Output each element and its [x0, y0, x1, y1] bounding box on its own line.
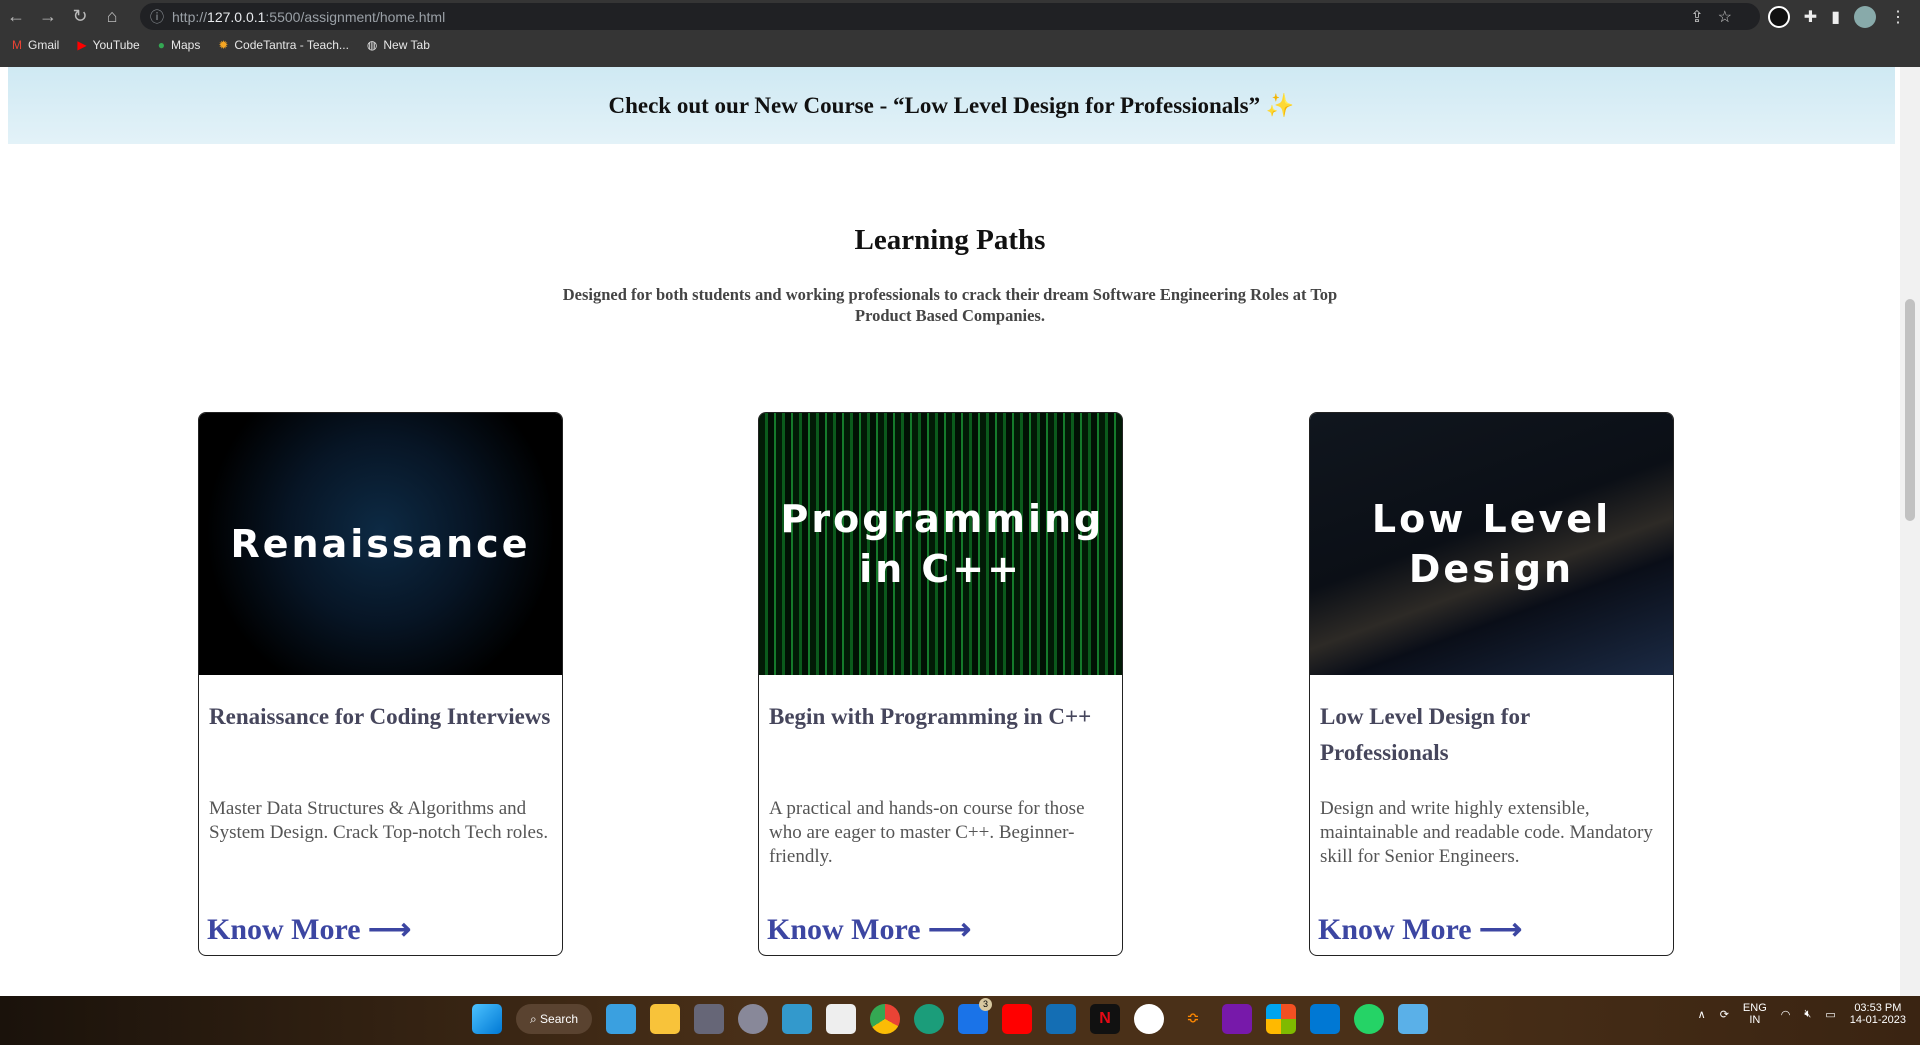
vscode-icon[interactable]: [1310, 1004, 1340, 1034]
info-icon[interactable]: ⓘ: [150, 7, 164, 27]
course-card: Renaissance Renaissance for Coding Inter…: [198, 412, 563, 956]
control-panel-icon[interactable]: [782, 1004, 812, 1034]
profile-avatar[interactable]: [1854, 5, 1876, 28]
course-card: Low Level Design Low Level Design for Pr…: [1309, 412, 1674, 956]
section-subtitle: Designed for both students and working p…: [562, 285, 1338, 325]
gmail-icon: M: [12, 38, 22, 52]
course-image: Low Level Design: [1310, 413, 1673, 675]
desktop-icon[interactable]: [606, 1004, 636, 1034]
windows-start-icon[interactable]: [472, 1004, 502, 1034]
language-indicator[interactable]: ENG IN: [1743, 1002, 1767, 1026]
sync-icon[interactable]: ⟳: [1720, 1008, 1729, 1021]
edge-icon[interactable]: [914, 1004, 944, 1034]
course-image: Programming in C++: [759, 413, 1122, 675]
itunes-icon[interactable]: [1134, 1004, 1164, 1034]
wifi-icon[interactable]: ◠: [1781, 1008, 1791, 1021]
file-explorer-icon[interactable]: [650, 1004, 680, 1034]
bookmark-codetantra[interactable]: ✹ CodeTantra - Teach...: [218, 38, 349, 52]
course-image: Renaissance: [199, 413, 562, 675]
netflix-icon[interactable]: N: [1090, 1004, 1120, 1034]
star-icon[interactable]: ☆: [1718, 9, 1746, 26]
course-title: Renaissance for Coding Interviews: [209, 704, 551, 729]
bookmark-new-tab[interactable]: ◍ New Tab: [367, 38, 430, 52]
battery-icon[interactable]: ▭: [1825, 1008, 1835, 1021]
course-card: Programming in C++ Begin with Programmin…: [758, 412, 1123, 956]
forward-icon[interactable]: →: [32, 6, 64, 27]
settings-icon[interactable]: [738, 1004, 768, 1034]
chevron-up-icon[interactable]: ∧: [1698, 1008, 1706, 1021]
course-description: Master Data Structures & Algorithms and …: [209, 798, 549, 843]
volume-muted-icon[interactable]: 🔇︎: [1804, 1008, 1811, 1021]
scrollbar[interactable]: [1900, 67, 1920, 996]
reload-icon[interactable]: ↻: [64, 6, 96, 27]
bookmark-youtube[interactable]: ▶ YouTube: [77, 38, 139, 52]
browser-chrome: ← → ↻ ⌂ ⓘ http://127.0.0.1:5500/assignment/…: [0, 0, 1920, 67]
bookmark-maps[interactable]: ● Maps: [158, 38, 201, 52]
bookmark-gmail[interactable]: M Gmail: [12, 38, 59, 52]
know-more-link[interactable]: Know More ⟶: [207, 912, 411, 947]
maps-icon: ●: [157, 38, 165, 52]
onenote-icon[interactable]: [1222, 1004, 1252, 1034]
section-title: Learning Paths: [854, 224, 1046, 256]
know-more-link[interactable]: Know More ⟶: [1318, 912, 1522, 947]
know-more-link[interactable]: Know More ⟶: [767, 912, 971, 947]
nav-buttons: ← → ↻ ⌂: [0, 0, 128, 33]
taskbar-search[interactable]: ⌕ Search: [516, 1004, 592, 1034]
notepad-icon[interactable]: [1398, 1004, 1428, 1034]
address-bar[interactable]: ⓘ http://127.0.0.1:5500/assignment/home.…: [140, 3, 1760, 30]
mail-icon[interactable]: 3: [958, 998, 992, 1034]
taskbar: ⌕ Search 3 N ≎ ∧ ⟳ ENG IN ◠ 🔇︎ ▭ 03:53 PM…: [0, 996, 1920, 1045]
announcement-banner[interactable]: Check out our New Course - “Low Level De…: [8, 67, 1895, 144]
office-icon[interactable]: [1266, 1004, 1296, 1034]
youtube-icon: ▶: [77, 38, 87, 52]
youtube-app-icon[interactable]: [1002, 1004, 1032, 1034]
course-description: A practical and hands-on course for thos…: [769, 798, 1085, 867]
app-icon[interactable]: ≎: [1178, 1004, 1208, 1034]
chrome-icon[interactable]: [870, 1004, 900, 1034]
course-description: Design and write highly extensible, main…: [1320, 798, 1653, 867]
store-icon[interactable]: [826, 1004, 856, 1034]
home-icon[interactable]: ⌂: [96, 6, 128, 27]
codetantra-icon: ✹: [218, 38, 229, 52]
course-title: Low Level Design for Professionals: [1320, 704, 1530, 765]
bookmarks-bar: M Gmail ▶ YouTube ● Maps ✹ CodeTantra - Teac…: [12, 38, 430, 52]
camera-icon[interactable]: [694, 1004, 724, 1034]
extension-icon[interactable]: [1767, 5, 1790, 28]
back-icon[interactable]: ←: [0, 6, 32, 27]
puzzle-icon[interactable]: ✚: [1804, 7, 1817, 27]
globe-icon: ◍: [366, 38, 378, 52]
whatsapp-icon[interactable]: [1354, 1004, 1384, 1034]
menu-icon[interactable]: ⋮: [1890, 7, 1906, 27]
sidepanel-icon[interactable]: ▮: [1831, 7, 1840, 27]
clock[interactable]: 03:53 PM 14-01-2023: [1850, 1002, 1906, 1026]
prime-video-icon[interactable]: [1046, 1004, 1076, 1034]
share-icon[interactable]: ⇪: [1690, 9, 1717, 26]
course-title: Begin with Programming in C++: [769, 704, 1092, 729]
scrollbar-thumb[interactable]: [1905, 299, 1915, 521]
